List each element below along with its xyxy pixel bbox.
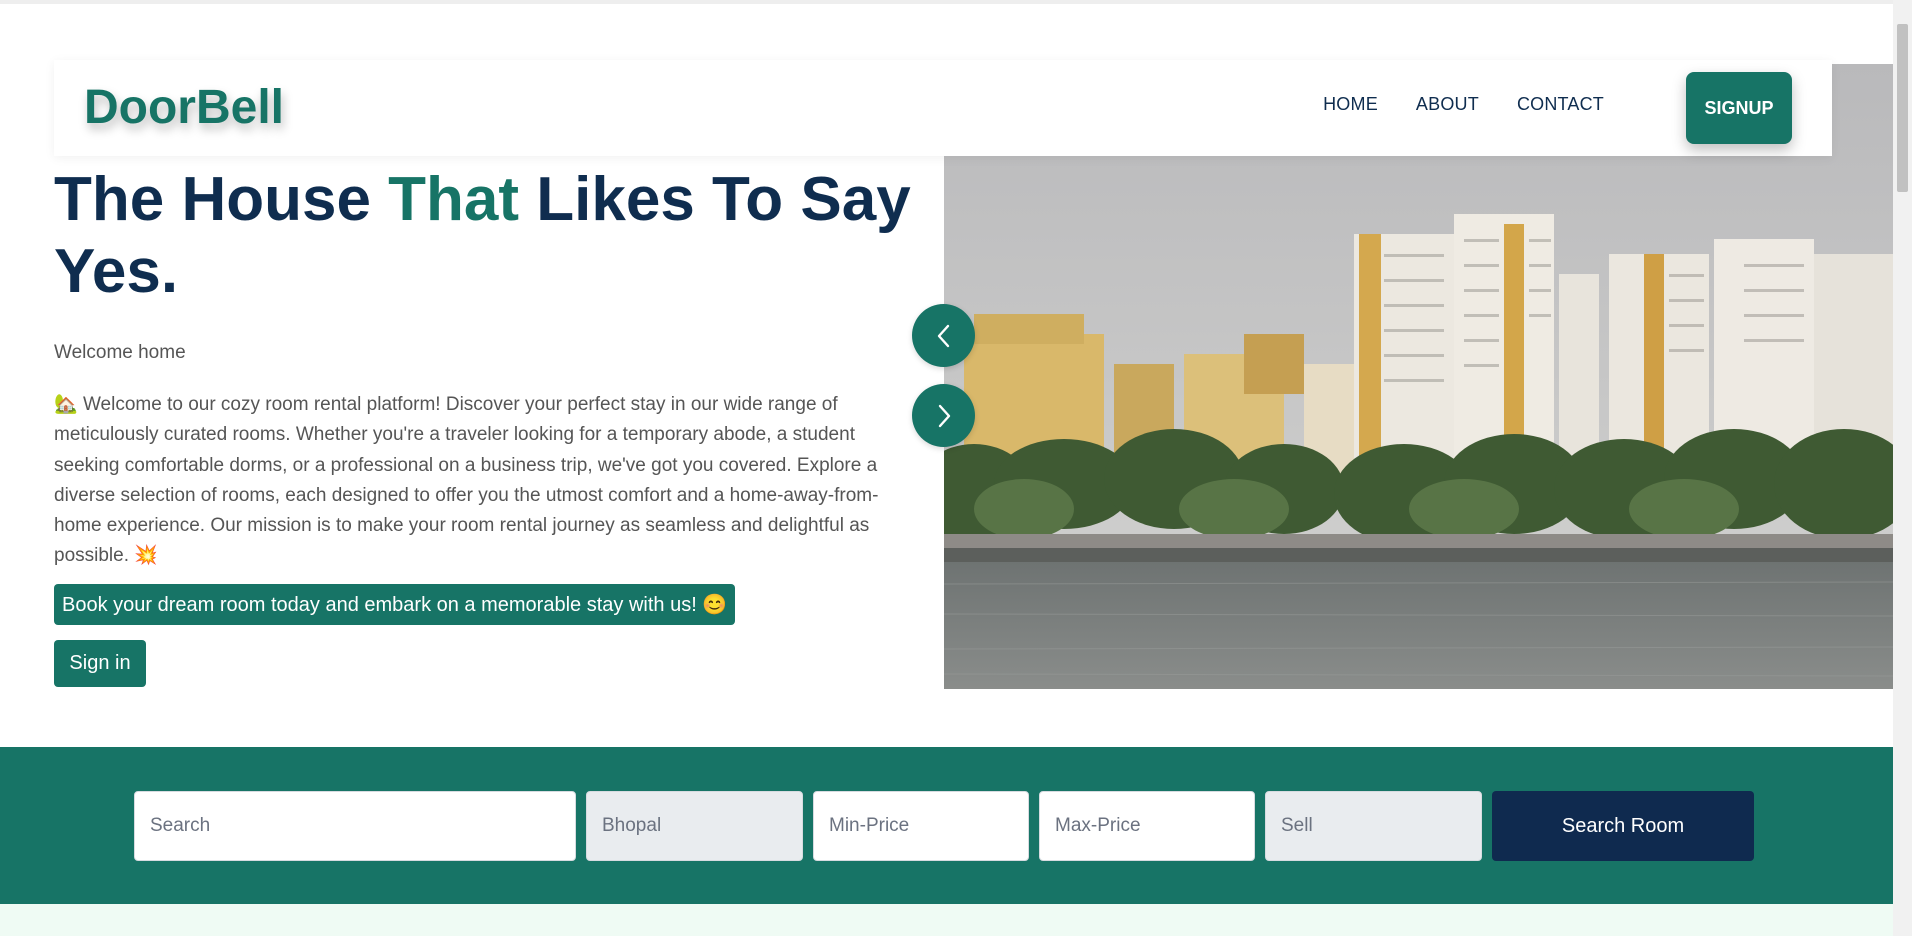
signin-button[interactable]: Sign in [54, 640, 146, 687]
search-room-button[interactable]: Search Room [1492, 791, 1754, 861]
nav-about-link[interactable]: ABOUT [1416, 94, 1479, 115]
nav-links: HOME ABOUT CONTACT [1323, 94, 1604, 115]
hero-description-text: Welcome to our cozy room rental platform… [54, 394, 879, 567]
nav-contact-link[interactable]: CONTACT [1517, 94, 1604, 115]
hero-description: 🏡 Welcome to our cozy room rental platfo… [54, 390, 894, 572]
hero-subtitle: Welcome home [54, 342, 186, 363]
carousel-next-button[interactable] [912, 384, 975, 447]
navbar: DoorBell HOME ABOUT CONTACT SIGNUP [54, 60, 1832, 156]
chevron-left-icon [937, 324, 949, 347]
max-price-input[interactable]: Max-Price [1039, 791, 1255, 861]
promo-banner: Book your dream room today and embark on… [54, 584, 736, 625]
carousel-image [944, 64, 1893, 689]
chevron-right-icon [938, 404, 950, 427]
hero-title-accent: That [388, 165, 520, 234]
collision-icon: 💥 [134, 545, 158, 567]
scrollbar[interactable] [1893, 0, 1912, 936]
hero-title-part1: The House [54, 165, 389, 234]
city-select[interactable]: Bhopal [586, 791, 803, 861]
search-input[interactable]: Search [134, 791, 576, 861]
brand-logo[interactable]: DoorBell [84, 80, 284, 135]
top-border [0, 0, 1893, 4]
nav-home-link[interactable]: HOME [1323, 94, 1378, 115]
house-icon: 🏡 [54, 394, 78, 415]
type-select[interactable]: Sell [1265, 791, 1482, 861]
scrollbar-thumb[interactable] [1897, 24, 1908, 192]
min-price-input[interactable]: Min-Price [813, 791, 1029, 861]
carousel-prev-button[interactable] [912, 304, 975, 367]
signup-button[interactable]: SIGNUP [1686, 72, 1792, 144]
hero-title: The House That Likes To Say Yes. [54, 164, 914, 308]
next-section [0, 904, 1893, 936]
search-bar: Search Bhopal Min-Price Max-Price Sell S… [0, 747, 1893, 904]
